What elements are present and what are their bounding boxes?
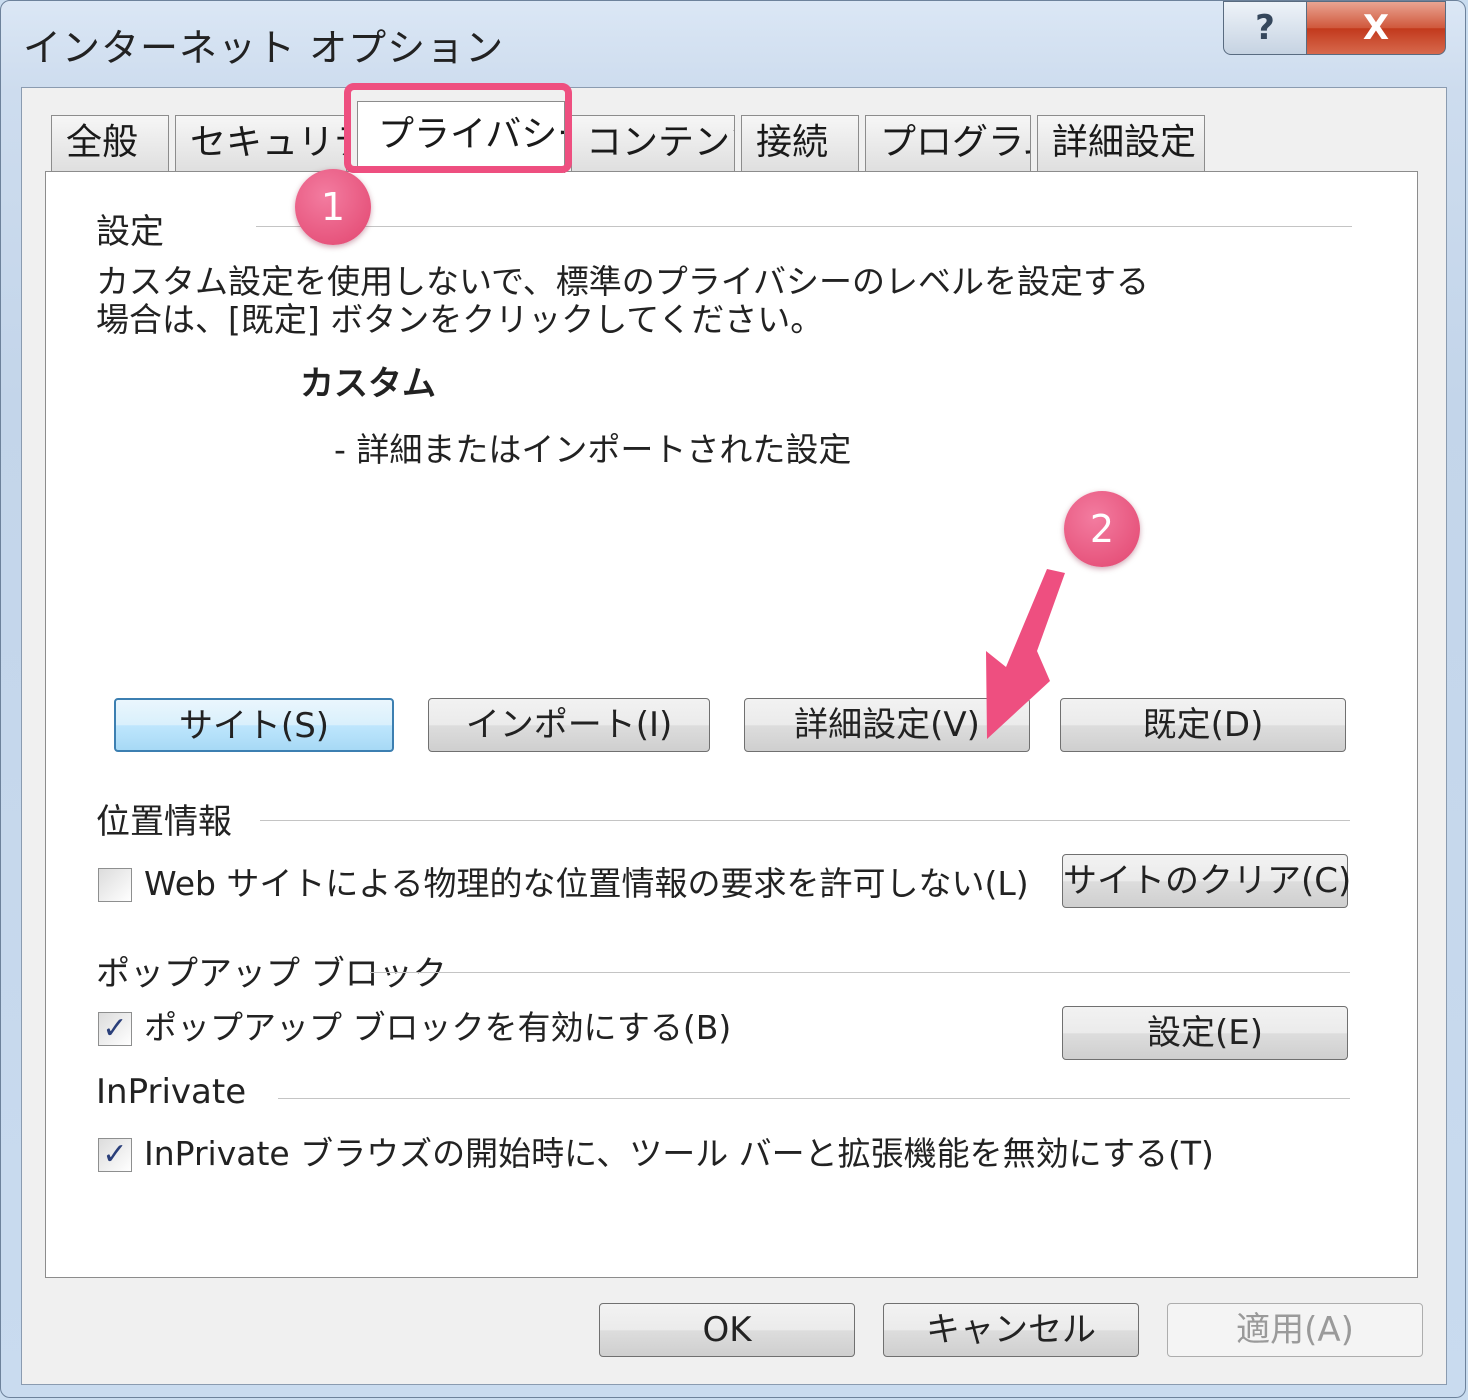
internet-options-dialog: インターネット オプション ? X 全般 セキュリティ プライバシー コンテンツ…	[0, 0, 1466, 1398]
annotation-arrow-icon	[986, 569, 1065, 739]
